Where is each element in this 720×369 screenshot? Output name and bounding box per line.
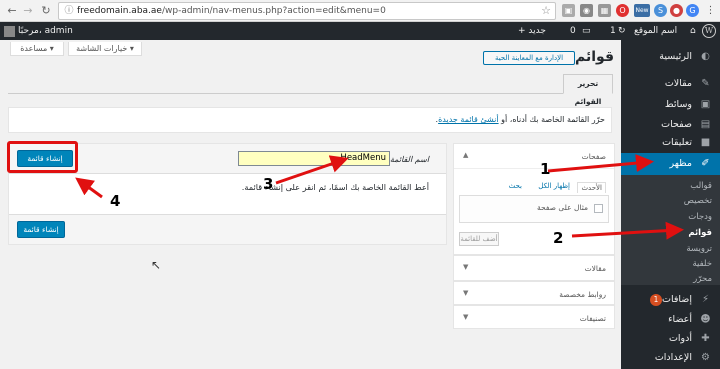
step-number-1: 1 bbox=[540, 160, 551, 178]
step-number-2: 2 bbox=[553, 229, 564, 247]
arrow-2 bbox=[571, 221, 684, 240]
annotation-arrows bbox=[75, 154, 684, 240]
arrow-1 bbox=[547, 154, 654, 173]
step-number-3: 3 bbox=[263, 175, 274, 193]
arrow-3 bbox=[275, 155, 349, 185]
arrow-4 bbox=[75, 177, 103, 199]
mouse-cursor-icon: ↖ bbox=[151, 258, 162, 272]
step-number-4: 4 bbox=[110, 192, 121, 210]
